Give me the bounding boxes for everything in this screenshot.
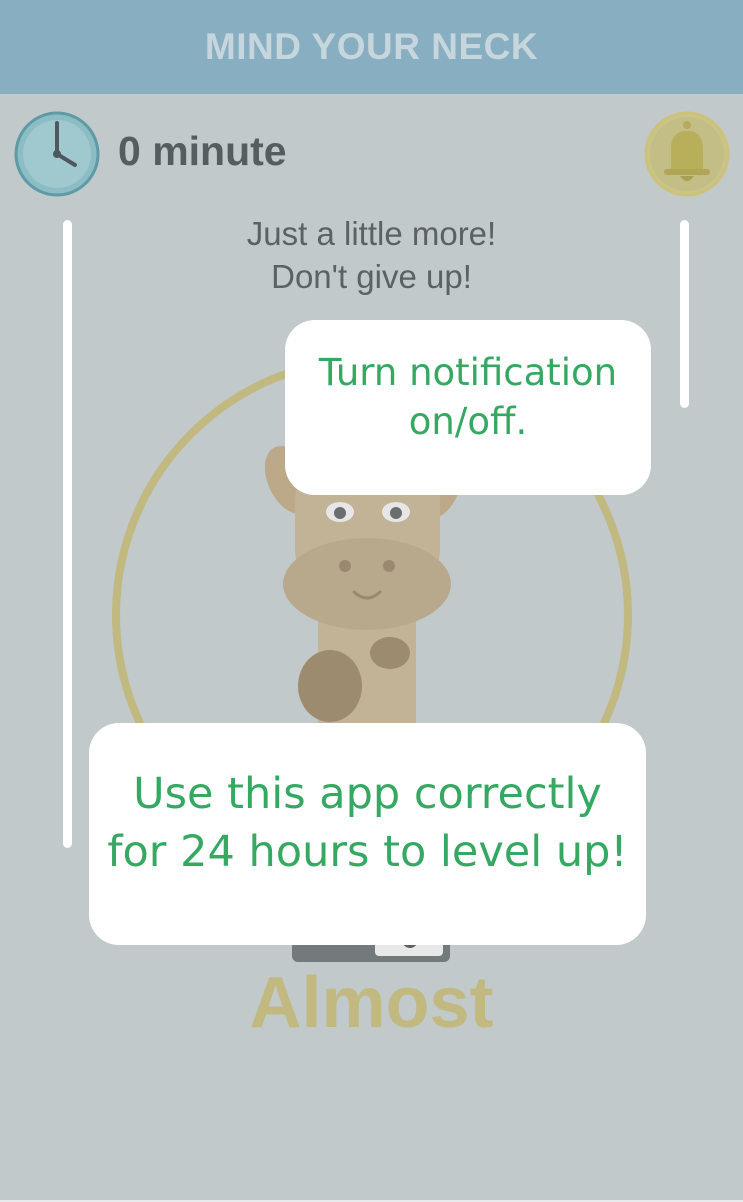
notification-tooltip-line-1: Turn notification (318, 351, 618, 394)
notification-tooltip-line-2: on/off. (408, 400, 528, 443)
level-status-label: Almost (249, 963, 494, 1043)
notification-tooltip[interactable]: Turn notification on/off. (285, 320, 651, 495)
level-up-tooltip[interactable]: Use this app correctly for 24 hours to l… (89, 723, 646, 945)
level-up-tooltip-line-1: Use this app correctly (133, 769, 602, 819)
app-screen: MIND YOUR NECK 0 minute Just a little mo… (0, 0, 743, 1202)
giraffe-spot-small (370, 637, 410, 669)
giraffe-spot-large (298, 650, 362, 722)
level-up-tooltip-line-2: for 24 hours to level up! (107, 827, 628, 877)
giraffe-muzzle (283, 538, 451, 630)
